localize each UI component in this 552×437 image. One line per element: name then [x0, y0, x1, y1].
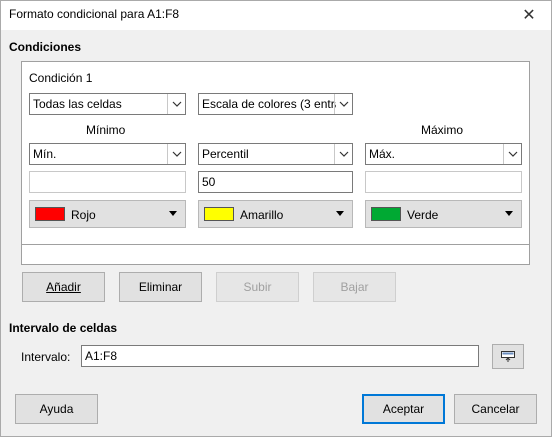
- shrink-range-icon: [501, 350, 515, 363]
- dropdown-arrow-icon: [505, 211, 513, 216]
- close-icon: ✕: [522, 7, 536, 24]
- condition-title: Condición 1: [29, 71, 93, 85]
- mid-color-label: Amarillo: [240, 208, 284, 222]
- min-type-value: Mín.: [33, 147, 57, 161]
- max-color-button[interactable]: Verde: [365, 200, 522, 228]
- min-heading: Mínimo: [86, 123, 126, 137]
- add-button[interactable]: Añadir: [22, 272, 105, 302]
- max-heading: Máximo: [421, 123, 464, 137]
- move-up-button[interactable]: Subir: [216, 272, 299, 302]
- mid-color-swatch: [204, 207, 234, 221]
- max-type-select[interactable]: Máx.: [365, 143, 522, 165]
- max-value-input[interactable]: [365, 171, 522, 193]
- delete-button-label: Eliminar: [138, 280, 183, 294]
- chevron-down-icon: [167, 144, 185, 164]
- move-up-button-label: Subir: [243, 280, 272, 294]
- help-button[interactable]: Ayuda: [15, 394, 98, 424]
- mid-value-input[interactable]: 50: [198, 171, 353, 193]
- range-label: Intervalo:: [21, 350, 71, 364]
- mid-type-select[interactable]: Percentil: [198, 143, 353, 165]
- apply-to-value: Todas las celdas: [33, 97, 122, 111]
- ok-button[interactable]: Aceptar: [362, 394, 445, 424]
- min-color-label: Rojo: [71, 208, 96, 222]
- chevron-down-icon: [167, 94, 185, 114]
- move-down-button[interactable]: Bajar: [313, 272, 396, 302]
- move-down-button-label: Bajar: [340, 280, 369, 294]
- condition-entry[interactable]: Condición 1 Todas las celdas Escala de c…: [22, 62, 529, 245]
- mid-color-button[interactable]: Amarillo: [198, 200, 353, 228]
- min-value-input[interactable]: [29, 171, 186, 193]
- range-section-label: Intervalo de celdas: [9, 321, 118, 335]
- max-color-label: Verde: [407, 208, 439, 222]
- close-button[interactable]: ✕: [506, 0, 552, 30]
- conditions-list[interactable]: Condición 1 Todas las celdas Escala de c…: [21, 61, 530, 265]
- min-type-select[interactable]: Mín.: [29, 143, 186, 165]
- dropdown-arrow-icon: [169, 211, 177, 216]
- delete-button[interactable]: Eliminar: [119, 272, 202, 302]
- window-title: Formato condicional para A1:F8: [9, 7, 180, 21]
- range-value: A1:F8: [85, 349, 118, 363]
- max-type-value: Máx.: [369, 147, 396, 161]
- cancel-button[interactable]: Cancelar: [454, 394, 537, 424]
- apply-to-select[interactable]: Todas las celdas: [29, 93, 186, 115]
- chevron-down-icon: [503, 144, 521, 164]
- conditions-section-label: Condiciones: [9, 40, 82, 54]
- dropdown-arrow-icon: [336, 211, 344, 216]
- mid-value-text: 50: [202, 175, 216, 189]
- title-bar: Formato condicional para A1:F8 ✕: [0, 0, 552, 30]
- cancel-button-label: Cancelar: [471, 402, 520, 416]
- ok-button-label: Aceptar: [382, 402, 425, 416]
- add-button-label: Añadir: [46, 280, 81, 294]
- max-color-swatch: [371, 207, 401, 221]
- chevron-down-icon: [334, 144, 352, 164]
- min-color-button[interactable]: Rojo: [29, 200, 186, 228]
- mid-type-value: Percentil: [202, 147, 249, 161]
- min-color-swatch: [35, 207, 65, 221]
- help-button-label: Ayuda: [39, 402, 74, 416]
- format-type-value: Escala de colores (3 entradas): [202, 97, 336, 111]
- range-input[interactable]: A1:F8: [81, 345, 479, 367]
- chevron-down-icon: [334, 94, 352, 114]
- format-type-select[interactable]: Escala de colores (3 entradas): [198, 93, 353, 115]
- shrink-range-button[interactable]: [492, 344, 524, 369]
